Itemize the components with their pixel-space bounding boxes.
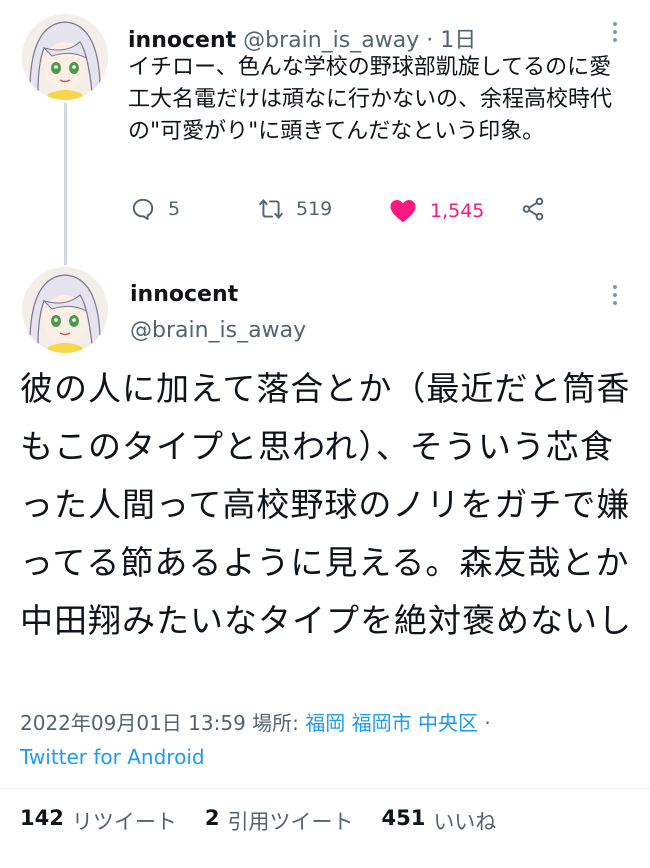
location-label: 場所: bbox=[252, 711, 299, 735]
likes-label[interactable]: いいね bbox=[433, 806, 496, 836]
separator-dot: · bbox=[426, 28, 434, 53]
reply-count: 5 bbox=[168, 198, 181, 220]
location-link[interactable]: 福岡 福岡市 中央区 bbox=[305, 711, 478, 735]
retweet-button[interactable]: 519 bbox=[258, 196, 332, 222]
tweet1-header: innocent @brain_is_away · 1日 bbox=[128, 22, 476, 54]
separator-dot: · bbox=[484, 711, 491, 735]
tweet2-text: 彼の人に加えて落合とか（最近だと筒香もこのタイプと思われ）、そういう芯食った人間… bbox=[20, 369, 632, 640]
avatar[interactable] bbox=[22, 267, 108, 353]
author-handle[interactable]: @brain_is_away bbox=[243, 28, 419, 53]
client-link[interactable]: Twitter for Android bbox=[20, 745, 205, 769]
quotes-count[interactable]: 2 bbox=[205, 806, 220, 836]
tweet1-actions: 5 519 1,545 bbox=[128, 196, 618, 232]
tweet1-text: イチロー、色んな学校の野球部凱旋してるのに愛工大名電だけは頑なに行かないの、余程… bbox=[128, 55, 613, 144]
retweet-icon bbox=[259, 199, 283, 219]
likes-count[interactable]: 451 bbox=[381, 806, 425, 836]
engagement-stats: 142 リツイート 2 引用ツイート 451 いいね bbox=[20, 806, 496, 836]
thread-connector-line bbox=[64, 103, 67, 265]
share-button[interactable] bbox=[520, 196, 546, 222]
retweets-label[interactable]: リツイート bbox=[72, 806, 177, 836]
reply-button[interactable]: 5 bbox=[130, 196, 180, 222]
reply-icon bbox=[132, 198, 154, 220]
anime-avatar-icon bbox=[22, 14, 108, 100]
anime-avatar-icon bbox=[22, 267, 108, 353]
author-name[interactable]: innocent bbox=[130, 282, 238, 307]
like-count: 1,545 bbox=[430, 200, 485, 222]
more-icon[interactable] bbox=[610, 285, 620, 305]
tweet-metadata: 2022年09月01日 13:59 場所: 福岡 福岡市 中央区 · Twitt… bbox=[20, 706, 632, 774]
like-button[interactable]: 1,545 bbox=[388, 196, 484, 226]
tweet-datetime[interactable]: 2022年09月01日 13:59 bbox=[20, 711, 246, 735]
share-icon bbox=[522, 197, 544, 221]
tweet-time[interactable]: 1日 bbox=[440, 28, 476, 53]
avatar[interactable] bbox=[22, 14, 108, 100]
retweet-count: 519 bbox=[296, 198, 333, 220]
more-icon[interactable] bbox=[610, 22, 620, 42]
quotes-label[interactable]: 引用ツイート bbox=[227, 806, 353, 836]
author-name[interactable]: innocent bbox=[128, 28, 236, 53]
heart-icon bbox=[390, 200, 416, 223]
author-handle[interactable]: @brain_is_away bbox=[130, 318, 306, 343]
retweets-count[interactable]: 142 bbox=[20, 806, 64, 836]
divider bbox=[0, 788, 650, 789]
